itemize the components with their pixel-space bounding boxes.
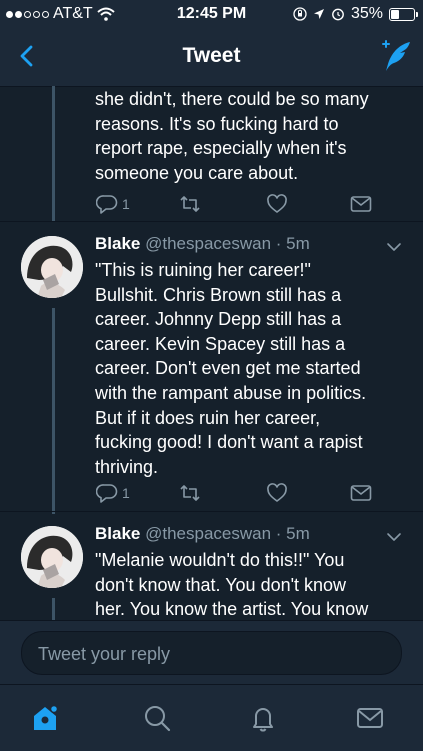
tweet-actions: 1 bbox=[96, 483, 396, 507]
retweet-icon bbox=[180, 485, 200, 501]
retweet-icon bbox=[180, 196, 200, 212]
like-button[interactable] bbox=[266, 194, 288, 214]
user-handle[interactable]: @thespaceswan bbox=[145, 234, 271, 253]
retweet-button[interactable] bbox=[178, 194, 202, 214]
status-bar: AT&T 12:45 PM 35% bbox=[0, 0, 423, 28]
reply-icon bbox=[96, 484, 118, 503]
status-right: 35% bbox=[293, 5, 418, 23]
alarm-icon bbox=[332, 8, 344, 21]
mail-icon bbox=[350, 485, 372, 501]
tweet-text: she didn't, there could be so many reaso… bbox=[95, 89, 369, 183]
nav-header: Tweet bbox=[0, 28, 423, 87]
reply-count: 1 bbox=[122, 196, 130, 212]
thread-line bbox=[52, 86, 55, 221]
tweet-actions: 1 bbox=[96, 194, 396, 218]
tweet-thread[interactable]: she didn't, there could be so many reaso… bbox=[0, 86, 423, 620]
reply-icon bbox=[96, 195, 118, 214]
like-button[interactable] bbox=[266, 483, 288, 503]
reply-bar bbox=[0, 620, 423, 685]
mail-icon bbox=[350, 196, 372, 212]
tab-bar bbox=[0, 684, 423, 751]
timestamp: · 5m bbox=[275, 234, 310, 253]
rotation-lock-icon bbox=[293, 7, 307, 21]
timestamp: · 5m bbox=[275, 524, 310, 543]
reply-box[interactable] bbox=[21, 631, 402, 676]
reply-button[interactable]: 1 bbox=[96, 483, 130, 503]
display-name[interactable]: Blake bbox=[95, 234, 140, 253]
share-button[interactable] bbox=[350, 194, 372, 214]
tweet-text: "This is ruining her career!" Bullshit. … bbox=[95, 260, 367, 477]
user-handle[interactable]: @thespaceswan bbox=[145, 524, 271, 543]
home-icon[interactable] bbox=[30, 703, 60, 733]
tweet-text: "Melanie wouldn't do this!!" You don't k… bbox=[95, 550, 369, 620]
avatar[interactable] bbox=[21, 526, 83, 588]
retweet-button[interactable] bbox=[178, 483, 202, 503]
thread-line bbox=[52, 308, 55, 514]
tweet-header: Blake @thespaceswan · 5m bbox=[95, 234, 310, 254]
thread-line bbox=[52, 598, 55, 620]
reply-input[interactable] bbox=[36, 632, 390, 676]
location-icon bbox=[313, 9, 324, 19]
avatar[interactable] bbox=[21, 236, 83, 298]
heart-icon bbox=[267, 483, 287, 502]
tweet-header: Blake @thespaceswan · 5m bbox=[95, 524, 310, 544]
battery-icon bbox=[389, 7, 418, 21]
reply-count: 1 bbox=[122, 485, 130, 501]
chevron-down-icon[interactable] bbox=[385, 238, 403, 256]
compose-tweet-button[interactable] bbox=[377, 38, 413, 74]
display-name[interactable]: Blake bbox=[95, 524, 140, 543]
notifications-icon[interactable] bbox=[248, 703, 278, 733]
share-button[interactable] bbox=[350, 483, 372, 503]
battery-percent: 35% bbox=[350, 5, 383, 22]
search-icon[interactable] bbox=[142, 703, 172, 733]
messages-icon[interactable] bbox=[355, 703, 385, 733]
page-title: Tweet bbox=[182, 44, 241, 67]
reply-button[interactable]: 1 bbox=[96, 194, 130, 214]
chevron-down-icon[interactable] bbox=[385, 528, 403, 546]
divider bbox=[0, 221, 423, 222]
heart-icon bbox=[267, 194, 287, 213]
divider bbox=[0, 511, 423, 512]
